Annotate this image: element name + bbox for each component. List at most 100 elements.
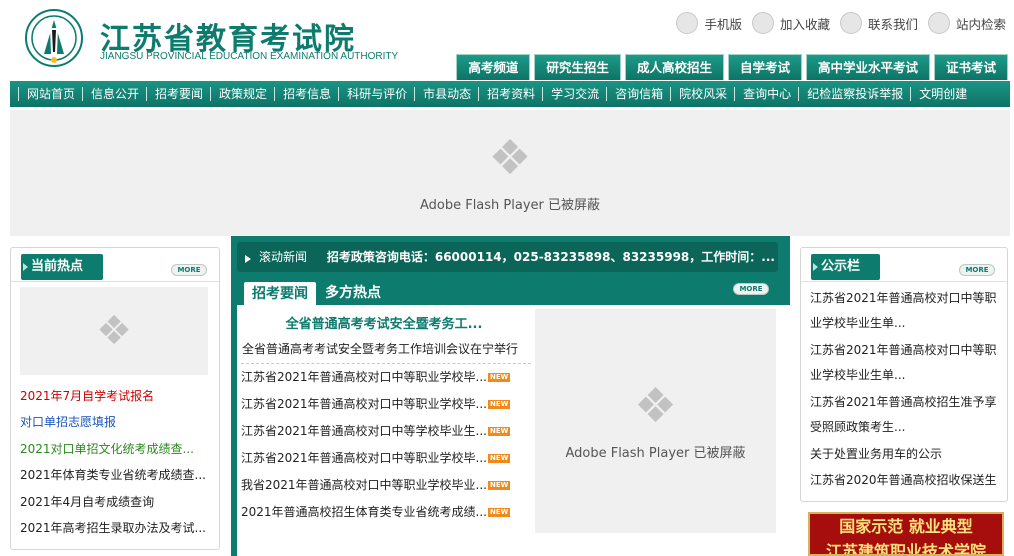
list-item[interactable]: 江苏省2021年普通高校对口中等职业学校毕业生单... xyxy=(810,338,1006,390)
list-item[interactable]: 我省2021年普通高校对口中等职业学校毕业... NEW xyxy=(241,472,531,499)
hot-topics-more-button[interactable]: MORE xyxy=(171,264,207,276)
center-flash-placeholder[interactable]: ❖ Adobe Flash Player 已被屏蔽 xyxy=(535,309,776,533)
list-item[interactable]: 关于处置业务用车的公示 xyxy=(810,442,1006,468)
news-link[interactable]: 江苏省2021年普通高校对口中等职业学校毕... xyxy=(241,451,487,465)
headline-subtitle-link[interactable]: 全省普通高考考试安全暨考务工作培训会议在宁举行 xyxy=(242,340,518,357)
flash-blocked-text: Adobe Flash Player 已被屏蔽 xyxy=(419,197,601,213)
list-item[interactable]: 2021年高考招生录取办法及考试... xyxy=(20,519,210,545)
list-item[interactable]: 对口单招志愿填报 xyxy=(20,413,210,439)
mobile-version-label: 手机版 xyxy=(704,16,742,32)
list-item[interactable]: 江苏省2021年普通高校对口中等职业学校毕... NEW xyxy=(241,391,531,418)
add-favorite-label: 加入收藏 xyxy=(779,16,830,32)
contact-us-label: 联系我们 xyxy=(867,16,918,32)
nav-item[interactable]: 网站首页 xyxy=(18,87,82,101)
site-search-label: 站内检索 xyxy=(955,16,1006,32)
list-item[interactable]: 2021年体育类专业省统考成绩查... xyxy=(20,466,210,492)
list-item[interactable]: 2021对口单招文化统考成绩查... xyxy=(20,440,210,466)
nav-item[interactable]: 纪检监察投诉举报 xyxy=(798,87,910,101)
news-link[interactable]: 江苏省2021年普通高校对口中等学校毕业生... xyxy=(241,424,487,438)
new-badge: NEW xyxy=(487,454,511,463)
nav-item[interactable]: 信息公开 xyxy=(82,87,146,101)
list-item[interactable]: 江苏省2021年普通高校招生准予享受照顾政策考生... xyxy=(810,390,1006,442)
notice-board-more-button[interactable]: MORE xyxy=(959,264,995,276)
notice-link[interactable]: 江苏省2021年普通高校对口中等职业学校毕业生单... xyxy=(810,343,997,382)
news-ticker[interactable]: 滚动新闻 招考政策咨询电话：66000114，025-83235898、8323… xyxy=(237,242,778,272)
notice-link[interactable]: 江苏省2020年普通高校招收保送生 xyxy=(810,473,997,487)
contact-us-link[interactable]: 联系我们 xyxy=(839,12,918,34)
tab-adult-college[interactable]: 成人高校招生 xyxy=(624,54,724,80)
list-item[interactable]: 江苏省2021年普通高校对口中等职业学校毕业生单... xyxy=(810,286,1006,338)
banner-line-1: 国家示范 就业典型 xyxy=(839,517,973,536)
list-item[interactable]: 江苏省2021年普通高校对口中等职业学校毕... NEW xyxy=(241,445,531,472)
hot-topics-header: 当前热点 MORE xyxy=(11,248,219,282)
list-item[interactable]: 2021年4月自考成绩查询 xyxy=(20,493,210,519)
nav-item[interactable]: 文明创建 xyxy=(910,87,974,101)
tab-gaokao[interactable]: 高考频道 xyxy=(456,54,531,80)
hot-topic-link[interactable]: 2021年7月自学考试报名 xyxy=(20,389,154,403)
tab-self-study[interactable]: 自学考试 xyxy=(727,54,802,80)
nav-item[interactable]: 市县动态 xyxy=(414,87,478,101)
left-flash-placeholder[interactable]: ❖ xyxy=(20,287,208,375)
notice-board-list: 江苏省2021年普通高校对口中等职业学校毕业生单... 江苏省2021年普通高校… xyxy=(810,286,1006,494)
flash-banner-placeholder[interactable]: ❖ Adobe Flash Player 已被屏蔽 xyxy=(10,110,1010,236)
hot-topics-list: 2021年7月自学考试报名 对口单招志愿填报 2021对口单招文化统考成绩查..… xyxy=(20,387,210,545)
news-link[interactable]: 江苏省2021年普通高校对口中等职业学校毕... xyxy=(241,397,487,411)
tab-hot-spots[interactable]: 多方热点 xyxy=(317,281,389,305)
hot-topic-link[interactable]: 2021年体育类专业省统考成绩查... xyxy=(20,468,206,482)
new-badge: NEW xyxy=(487,508,511,517)
news-panel: 滚动新闻 招考政策咨询电话：66000114，025-83235898、8323… xyxy=(231,236,790,556)
hot-topic-link[interactable]: 对口单招志愿填报 xyxy=(20,415,116,429)
news-more-button[interactable]: MORE xyxy=(733,283,769,295)
nav-item[interactable]: 查询中心 xyxy=(734,87,798,101)
ticker-text[interactable]: 招考政策咨询电话：66000114，025-83235898、83235998，… xyxy=(327,250,775,264)
list-item[interactable]: 江苏省2020年普通高校招收保送生 xyxy=(810,468,1006,494)
nav-item[interactable]: 咨询信箱 xyxy=(606,87,670,101)
list-item[interactable]: 江苏省2021年普通高校对口中等职业学校毕... NEW xyxy=(241,364,531,391)
headline-link[interactable]: 全省普通高考考试安全暨考务工... xyxy=(237,313,531,332)
nav-item[interactable]: 学习交流 xyxy=(542,87,606,101)
notice-board-header: 公示栏 MORE xyxy=(801,248,1007,282)
puzzle-icon: ❖ xyxy=(633,377,678,434)
notice-link[interactable]: 江苏省2021年普通高校招生准予享受照顾政策考生... xyxy=(810,395,997,434)
notice-link[interactable]: 江苏省2021年普通高校对口中等职业学校毕业生单... xyxy=(810,291,997,330)
list-item[interactable]: 2021年7月自学考试报名 xyxy=(20,387,210,413)
list-item[interactable]: 江苏省2021年普通高校对口中等学校毕业生... NEW xyxy=(241,418,531,445)
tab-exam-news[interactable]: 招考要闻 xyxy=(243,281,317,305)
site-search-link[interactable]: 站内检索 xyxy=(927,12,1006,34)
puzzle-icon: ❖ xyxy=(96,308,132,354)
tab-graduate[interactable]: 研究生招生 xyxy=(534,54,621,80)
logo-emblem-icon[interactable] xyxy=(24,8,84,68)
nav-item[interactable]: 政策规定 xyxy=(210,87,274,101)
bookmark-icon xyxy=(751,12,774,34)
hot-topics-title: 当前热点 xyxy=(21,254,104,280)
notice-link[interactable]: 关于处置业务用车的公示 xyxy=(810,447,942,461)
nav-item[interactable]: 招考信息 xyxy=(274,87,338,101)
contact-icon xyxy=(839,12,862,34)
nav-item[interactable]: 招考要闻 xyxy=(146,87,210,101)
nav-item[interactable]: 科研与评价 xyxy=(338,87,414,101)
college-ad-banner[interactable]: 国家示范 就业典型 江苏建筑职业技术学院 xyxy=(808,512,1004,556)
tab-certificate[interactable]: 证书考试 xyxy=(933,54,1008,80)
list-item[interactable]: 2021年普通高校招生体育类专业省统考成绩... NEW xyxy=(241,499,531,526)
site-logo-subtitle: JIANGSU PROVINCIAL EDUCATION EXAMINATION… xyxy=(100,51,399,62)
news-tabs: 招考要闻 多方热点 xyxy=(243,281,389,305)
top-links: 手机版 加入收藏 联系我们 站内检索 xyxy=(676,12,1006,34)
mobile-version-link[interactable]: 手机版 xyxy=(676,12,742,34)
tab-high-school-level[interactable]: 高中学业水平考试 xyxy=(805,54,930,80)
news-list: 江苏省2021年普通高校对口中等职业学校毕... NEW 江苏省2021年普通高校… xyxy=(241,363,531,526)
main-nav: 网站首页 信息公开 招考要闻 政策规定 招考信息 科研与评价 市县动态 招考资料… xyxy=(10,81,1010,107)
nav-item[interactable]: 招考资料 xyxy=(478,87,542,101)
news-content: 招考要闻 多方热点 MORE 全省普通高考考试安全暨考务工... 全省普通高考考… xyxy=(237,277,790,556)
news-link[interactable]: 江苏省2021年普通高校对口中等职业学校毕... xyxy=(241,370,487,384)
hot-topic-link[interactable]: 2021年4月自考成绩查询 xyxy=(20,495,154,509)
news-link[interactable]: 我省2021年普通高校对口中等职业学校毕业... xyxy=(241,478,487,492)
mobile-icon xyxy=(676,12,699,34)
new-badge: NEW xyxy=(487,427,511,436)
nav-item[interactable]: 院校风采 xyxy=(670,87,734,101)
hot-topic-link[interactable]: 2021对口单招文化统考成绩查... xyxy=(20,442,194,456)
new-badge: NEW xyxy=(487,400,511,409)
hot-topic-link[interactable]: 2021年高考招生录取办法及考试... xyxy=(20,521,206,535)
news-link[interactable]: 2021年普通高校招生体育类专业省统考成绩... xyxy=(241,505,487,519)
new-badge: NEW xyxy=(487,481,511,490)
add-favorite-link[interactable]: 加入收藏 xyxy=(751,12,830,34)
